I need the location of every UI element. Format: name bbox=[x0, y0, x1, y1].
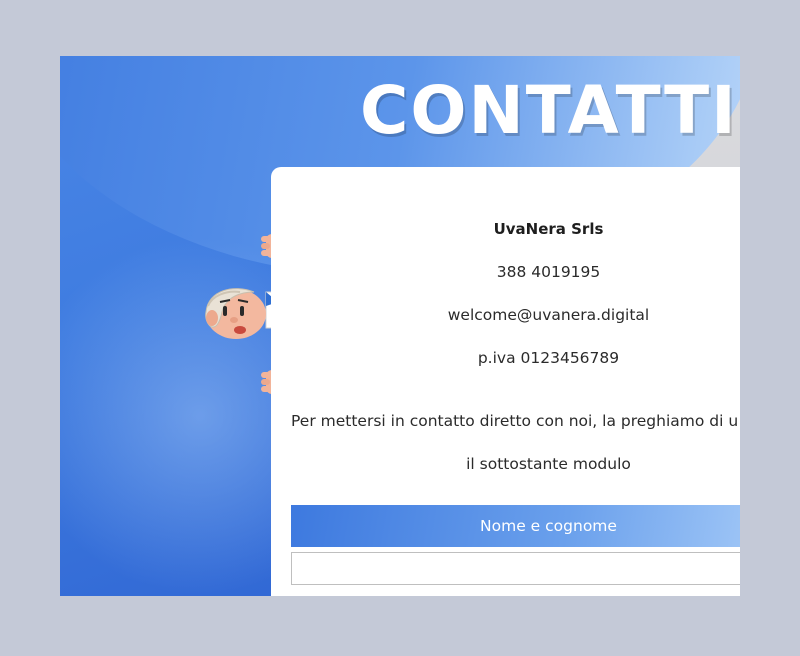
vat-number: p.iva 0123456789 bbox=[477, 349, 620, 367]
contact-card: UvaNera Srls 388 4019195 welcome@uvanera… bbox=[271, 167, 740, 596]
mascot-head-icon bbox=[205, 288, 266, 339]
name-field-label: Nome e cognome bbox=[480, 517, 617, 535]
mascot-icon bbox=[205, 234, 282, 394]
page-title: CONTATTI bbox=[360, 72, 738, 149]
page-viewport: CONTATTI UvaNera Srls 388 4019195 welcom… bbox=[60, 56, 740, 596]
intro-text-line-2: il sottostante modulo bbox=[466, 455, 631, 473]
company-name: UvaNera Srls bbox=[493, 220, 604, 238]
intro-text-line-1: Per mettersi in contatto diretto con noi… bbox=[291, 412, 739, 430]
email-address: welcome@uvanera.digital bbox=[447, 306, 650, 324]
name-field-label-bar: Nome e cognome bbox=[291, 505, 740, 547]
name-input[interactable] bbox=[291, 552, 740, 585]
phone-number: 388 4019195 bbox=[496, 263, 601, 281]
